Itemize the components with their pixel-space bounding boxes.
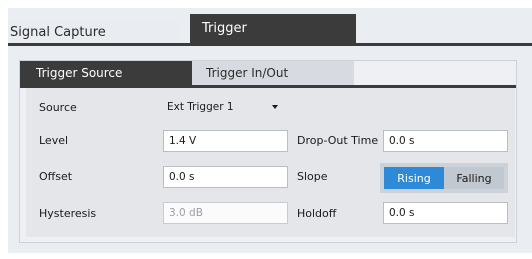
- tab-trigger-in-out-label: Trigger In/Out: [206, 66, 289, 80]
- tab-trigger-in-out[interactable]: Trigger In/Out: [192, 61, 354, 85]
- source-select-value: Ext Trigger 1: [167, 101, 234, 113]
- hysteresis-field: 3.0 dB: [163, 202, 288, 224]
- source-select[interactable]: Ext Trigger 1: [163, 96, 288, 118]
- slope-label: Slope: [297, 170, 328, 183]
- holdoff-value: 0.0 s: [389, 207, 415, 219]
- hysteresis-value: 3.0 dB: [169, 207, 203, 219]
- slope-falling-label: Falling: [456, 171, 492, 185]
- tab-trigger-source[interactable]: Trigger Source: [20, 61, 192, 85]
- tab-signal-capture-label: Signal Capture: [10, 24, 106, 40]
- hysteresis-label: Hysteresis: [39, 207, 97, 220]
- level-field[interactable]: 1.4 V: [163, 130, 288, 152]
- tab-trigger-label: Trigger: [202, 21, 247, 36]
- outer-tab-underline: [8, 43, 532, 46]
- offset-value: 0.0 s: [169, 171, 195, 183]
- slope-rising-button[interactable]: Rising: [384, 167, 444, 189]
- holdoff-label: Holdoff: [297, 207, 337, 220]
- chevron-down-icon: [272, 105, 278, 109]
- tab-signal-capture[interactable]: Signal Capture: [8, 20, 180, 44]
- slope-falling-button[interactable]: Falling: [444, 167, 504, 189]
- tab-trigger-source-label: Trigger Source: [36, 66, 123, 80]
- source-label: Source: [39, 101, 77, 114]
- level-value: 1.4 V: [169, 135, 197, 147]
- level-label: Level: [39, 134, 69, 147]
- tab-trigger[interactable]: Trigger: [190, 14, 356, 44]
- dropout-time-label: Drop-Out Time: [297, 134, 379, 147]
- slope-rising-label: Rising: [397, 171, 431, 185]
- offset-label: Offset: [39, 170, 73, 183]
- slope-toggle: Rising Falling: [380, 163, 508, 193]
- dropout-time-field[interactable]: 0.0 s: [383, 130, 508, 152]
- holdoff-field[interactable]: 0.0 s: [383, 202, 508, 224]
- dropout-time-value: 0.0 s: [389, 135, 415, 147]
- offset-field[interactable]: 0.0 s: [163, 166, 288, 188]
